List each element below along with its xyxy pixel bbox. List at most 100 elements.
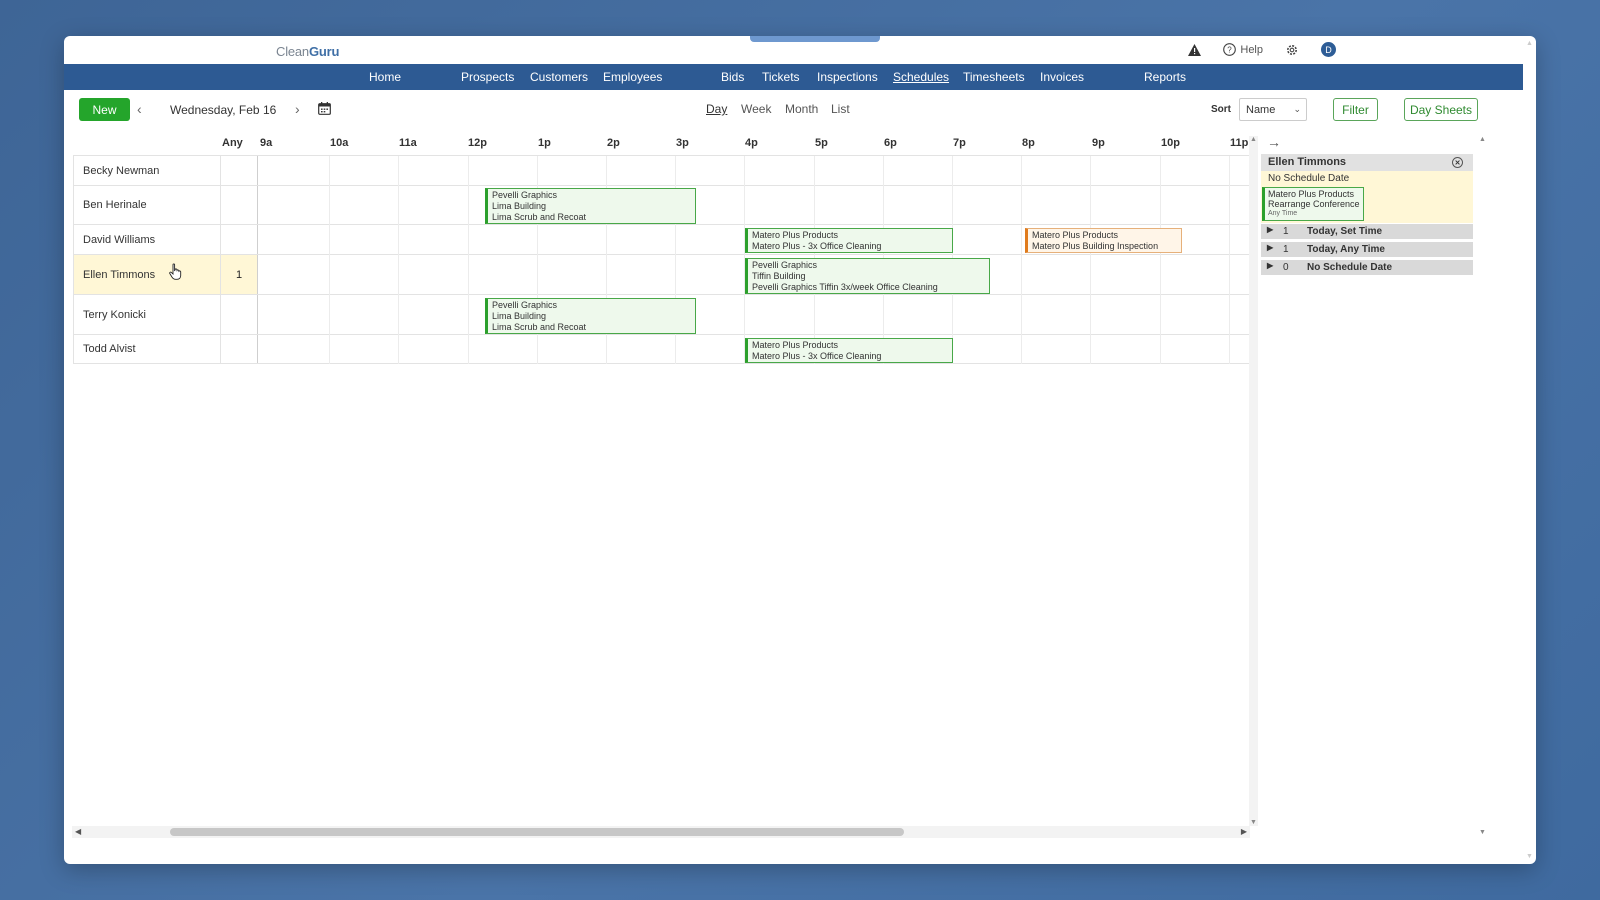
hour-gridline: [467, 156, 469, 364]
next-day-button[interactable]: ›: [295, 101, 300, 117]
event-line: Matero Plus Building Inspection: [1032, 241, 1159, 251]
scroll-right-icon[interactable]: ▶: [1241, 827, 1247, 836]
group-label: Today, Any Time: [1307, 244, 1385, 255]
group-count: 0: [1283, 262, 1289, 273]
panel-group-today-any-time[interactable]: ▶ 1 Today, Any Time: [1261, 242, 1473, 257]
col-header-any: Any: [222, 137, 243, 149]
new-button[interactable]: New: [79, 98, 130, 121]
grid-vertical-scrollbar[interactable]: ▲ ▼: [1249, 136, 1258, 826]
nav-invoices[interactable]: Invoices: [1040, 70, 1084, 84]
hour-gridline: [1228, 156, 1230, 364]
nav-reports[interactable]: Reports: [1144, 70, 1186, 84]
scroll-down-icon[interactable]: ▼: [1250, 819, 1257, 826]
employee-name-cell[interactable]: Ellen Timmons: [73, 255, 221, 294]
event-line: Lima Scrub and Recoat: [492, 212, 587, 222]
calendar-button[interactable]: [318, 102, 331, 120]
view-tab-month[interactable]: Month: [785, 102, 818, 116]
logo-text-bold: Guru: [308, 44, 340, 59]
warning-icon: [1188, 43, 1202, 56]
sort-select[interactable]: Name ⌄: [1239, 98, 1307, 121]
schedule-grid: Any 9a 10a 11a 12p 1p 2p 3p 4p 5p 6p 7p …: [64, 132, 1249, 832]
nav-tickets[interactable]: Tickets: [762, 70, 800, 84]
col-header-hour: 11a: [399, 137, 417, 149]
arrow-right-icon[interactable]: →: [1267, 134, 1281, 150]
hour-gridline: [1159, 156, 1161, 364]
schedule-event[interactable]: Pevelli Graphics Lima Building Lima Scru…: [485, 298, 696, 334]
nav-bids[interactable]: Bids: [721, 70, 744, 84]
scroll-up-icon[interactable]: ▲: [1526, 40, 1533, 47]
nav-customers[interactable]: Customers: [530, 70, 588, 84]
employee-name-cell[interactable]: Ben Herinale: [73, 186, 221, 224]
view-tab-week[interactable]: Week: [741, 102, 771, 116]
alert-button[interactable]: [1188, 43, 1202, 56]
main-nav: Home Prospects Customers Employees Bids …: [64, 64, 1523, 90]
employee-name-cell[interactable]: Terry Konicki: [73, 295, 221, 334]
col-header-hour: 2p: [607, 137, 620, 149]
scroll-left-icon[interactable]: ◀: [75, 827, 81, 836]
hour-gridline: [398, 156, 400, 364]
panel-scrollbar[interactable]: ▲ ▼: [1479, 136, 1487, 836]
schedule-row: Todd Alvist: [73, 335, 1249, 364]
scrollbar-thumb[interactable]: [170, 828, 904, 836]
any-time-cell[interactable]: [221, 295, 258, 334]
nav-employees[interactable]: Employees: [603, 70, 662, 84]
scroll-up-icon[interactable]: ▲: [1479, 136, 1486, 143]
any-time-cell[interactable]: [221, 225, 258, 254]
any-time-cell[interactable]: 1: [221, 255, 258, 294]
settings-button[interactable]: [1285, 43, 1299, 57]
schedule-event[interactable]: Matero Plus Products Matero Plus - 3x Of…: [745, 228, 953, 253]
schedule-event[interactable]: Matero Plus Products Matero Plus - 3x Of…: [745, 338, 953, 363]
chevron-down-icon: ⌄: [1293, 104, 1301, 114]
any-time-cell[interactable]: [221, 186, 258, 224]
schedule-event[interactable]: Pevelli Graphics Tiffin Building Pevelli…: [745, 258, 990, 294]
unscheduled-event-card[interactable]: Matero Plus Products Rearrange Conferenc…: [1262, 187, 1364, 221]
card-line: Matero Plus Products: [1268, 189, 1355, 199]
nav-home[interactable]: Home: [369, 70, 401, 84]
prev-day-button[interactable]: ‹: [137, 101, 142, 117]
schedule-event-inspection[interactable]: Matero Plus Products Matero Plus Buildin…: [1025, 228, 1182, 253]
nav-schedules[interactable]: Schedules: [893, 70, 949, 84]
close-icon[interactable]: ✕: [1452, 157, 1463, 168]
col-header-hour: 9a: [260, 137, 273, 149]
view-tab-day[interactable]: Day: [706, 102, 727, 116]
col-header-hour: 6p: [884, 137, 897, 149]
help-button[interactable]: ? Help: [1223, 43, 1263, 56]
any-time-cell[interactable]: [221, 156, 258, 185]
panel-group-today-set-time[interactable]: ▶ 1 Today, Set Time: [1261, 224, 1473, 239]
col-header-hour: 8p: [1022, 137, 1035, 149]
col-header-hour: 12p: [468, 137, 487, 149]
group-count: 1: [1283, 244, 1289, 255]
nav-prospects[interactable]: Prospects: [461, 70, 514, 84]
event-line: Pevelli Graphics Tiffin 3x/week Office C…: [752, 282, 938, 292]
col-header-hour: 1p: [538, 137, 551, 149]
nav-inspections[interactable]: Inspections: [817, 70, 878, 84]
employee-name-cell[interactable]: Todd Alvist: [73, 335, 221, 363]
panel-title: Ellen Timmons: [1268, 156, 1347, 168]
scroll-down-icon[interactable]: ▼: [1479, 829, 1486, 836]
scroll-down-icon[interactable]: ▼: [1526, 853, 1533, 860]
schedule-event[interactable]: Pevelli Graphics Lima Building Lima Scru…: [485, 188, 696, 224]
event-line: Lima Building: [492, 201, 547, 211]
event-line: Pevelli Graphics: [492, 300, 558, 310]
page-scrollbar[interactable]: ▲ ▼: [1526, 40, 1534, 860]
group-label: No Schedule Date: [1307, 262, 1393, 273]
view-tab-list[interactable]: List: [831, 102, 850, 116]
col-header-hour: 11p: [1230, 137, 1249, 149]
any-time-cell[interactable]: [221, 335, 258, 363]
group-label: Today, Set Time: [1307, 226, 1383, 237]
day-sheets-button[interactable]: Day Sheets: [1404, 98, 1478, 121]
panel-subtitle: No Schedule Date: [1268, 173, 1350, 184]
scroll-up-icon[interactable]: ▲: [1250, 136, 1257, 143]
grid-horizontal-scrollbar[interactable]: ◀ ▶: [72, 826, 1250, 838]
hour-gridline: [329, 156, 331, 364]
event-line: Pevelli Graphics: [492, 190, 558, 200]
top-bar: CleanGuru ? Help D: [64, 36, 1536, 64]
nav-timesheets[interactable]: Timesheets: [963, 70, 1025, 84]
user-avatar[interactable]: D: [1321, 42, 1336, 57]
card-line: Rearrange Conference: [1268, 199, 1360, 209]
employee-name-cell[interactable]: Becky Newman: [73, 156, 221, 185]
panel-group-no-schedule-date[interactable]: ▶ 0 No Schedule Date: [1261, 260, 1473, 275]
filter-button[interactable]: Filter: [1333, 98, 1378, 121]
employee-name-cell[interactable]: David Williams: [73, 225, 221, 254]
app-logo[interactable]: CleanGuru: [276, 44, 339, 59]
